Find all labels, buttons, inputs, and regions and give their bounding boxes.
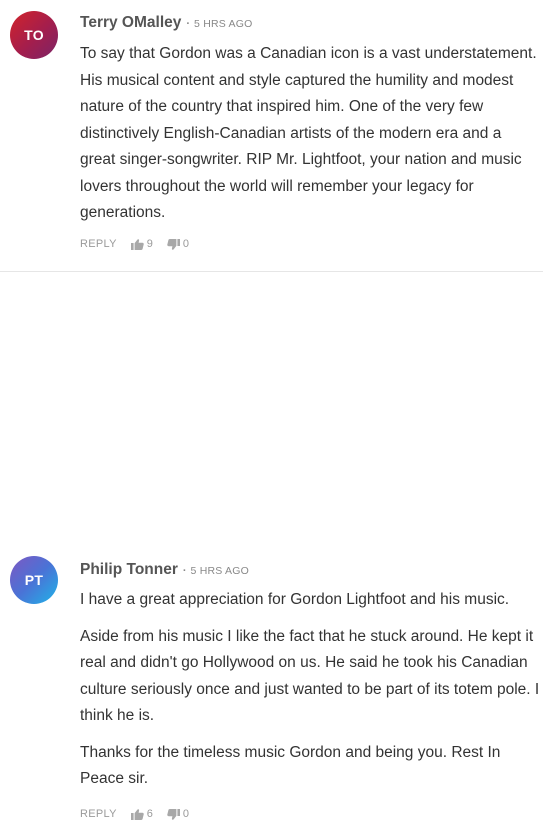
avatar[interactable]: PT — [10, 556, 58, 604]
upvote-button[interactable]: 9 — [130, 238, 153, 250]
upvote-count: 6 — [146, 808, 153, 820]
reply-button[interactable]: REPLY — [80, 238, 117, 250]
reply-button[interactable]: REPLY — [80, 808, 117, 820]
meta-separator: · — [182, 565, 187, 577]
avatar[interactable]: TO — [10, 11, 58, 59]
downvote-button[interactable]: 0 — [167, 238, 189, 250]
thumbs-up-icon — [130, 808, 144, 820]
comment-header: Terry OMalley · 5 HRS AGO — [80, 14, 252, 32]
comment-item: TO Terry OMalley · 5 HRS AGO To say that… — [0, 0, 547, 272]
comment-author[interactable]: Philip Tonner — [80, 561, 178, 579]
comment-item: PT Philip Tonner · 5 HRS AGO I have a gr… — [0, 272, 547, 820]
upvote-button[interactable]: 6 — [130, 808, 153, 820]
comment-paragraph: I have a great appreciation for Gordon L… — [80, 591, 510, 608]
downvote-button[interactable]: 0 — [167, 808, 189, 820]
avatar-initials: PT — [24, 572, 44, 588]
comment-timestamp: 5 HRS AGO — [190, 565, 249, 577]
downvote-count: 0 — [182, 808, 190, 820]
comment-timestamp: 5 HRS AGO — [194, 18, 253, 30]
upvote-count: 9 — [146, 238, 153, 250]
downvote-count: 0 — [182, 238, 190, 250]
thumbs-down-icon — [167, 808, 180, 820]
comment-actions: REPLY 9 0 — [80, 238, 203, 250]
comment-body: I have a great appreciation for Gordon L… — [80, 587, 540, 793]
comment-paragraph: Thanks for the timeless music Gordon and… — [80, 743, 501, 788]
meta-separator: · — [186, 18, 191, 30]
comment-author[interactable]: Terry OMalley — [80, 14, 181, 32]
avatar-initials: TO — [24, 27, 44, 43]
comment-paragraph: Aside from his music I like the fact tha… — [80, 627, 540, 725]
comment-paragraph: To say that Gordon was a Canadian icon i… — [80, 45, 537, 221]
thumbs-down-icon — [167, 238, 180, 250]
comment-header: Philip Tonner · 5 HRS AGO — [80, 561, 249, 579]
comment-actions: REPLY 6 0 — [80, 808, 203, 820]
thumbs-up-icon — [130, 238, 144, 250]
comment-body: To say that Gordon was a Canadian icon i… — [80, 41, 540, 227]
